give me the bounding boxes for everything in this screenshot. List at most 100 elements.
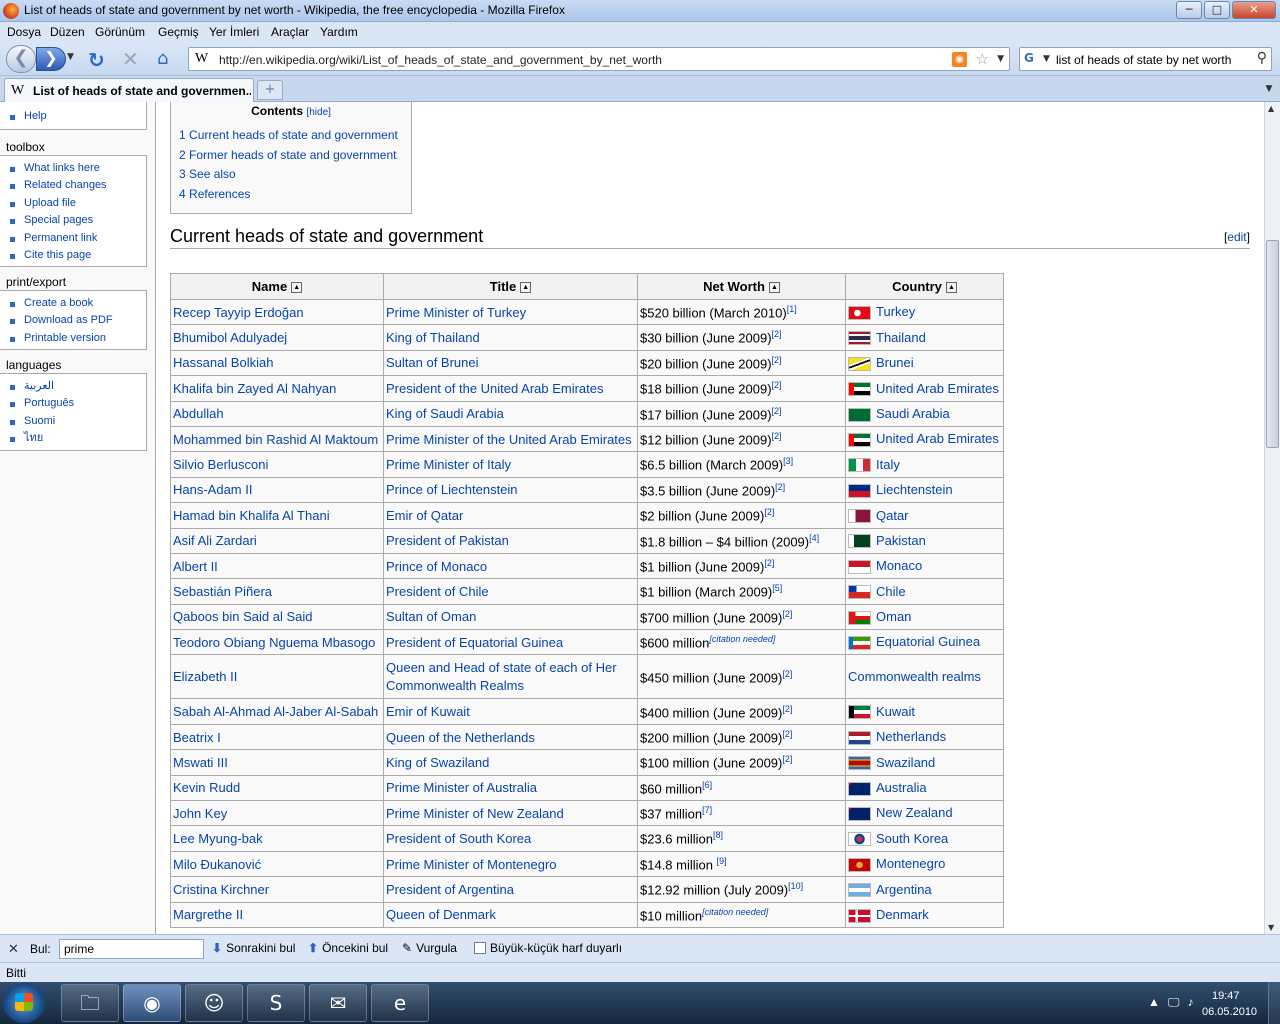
country-name[interactable]: Netherlands <box>876 729 946 744</box>
column-header-net-worth[interactable]: Net Worth ▲ <box>637 273 846 300</box>
reference-link[interactable]: [2] <box>772 406 782 416</box>
cell-country[interactable]: Turkey <box>845 298 1004 326</box>
menu-tools[interactable]: Araçlar <box>271 25 309 39</box>
cell-name[interactable]: Sabah Al-Ahmad Al-Jaber Al-Sabah <box>170 698 384 725</box>
section-edit-link[interactable]: [edit] <box>1224 230 1250 244</box>
reference-link[interactable]: [2] <box>772 431 782 441</box>
cell-name[interactable]: Kevin Rudd <box>170 774 384 802</box>
new-tab-button[interactable]: + <box>257 80 283 100</box>
sidebar-item-cite-this-page[interactable]: Cite this page <box>8 247 146 264</box>
cell-name[interactable]: John Key <box>170 800 384 827</box>
sidebar-item-related-changes[interactable]: Related changes <box>8 177 146 194</box>
cell-name[interactable]: Lee Myung-bak <box>170 825 384 852</box>
history-dropdown-icon[interactable]: ▼ <box>67 52 74 62</box>
bookmark-star-icon[interactable]: ☆ <box>976 50 989 68</box>
country-name[interactable]: Qatar <box>876 508 909 523</box>
cell-country[interactable]: Montenegro <box>845 850 1004 878</box>
reference-link[interactable]: [4] <box>809 533 819 543</box>
cell-title[interactable]: King of Swaziland <box>383 749 638 776</box>
cell-title[interactable]: President of Argentina <box>383 876 638 903</box>
url-bar[interactable]: W http://en.wikipedia.org/wiki/List_of_h… <box>188 47 1010 71</box>
country-name[interactable]: Liechtenstein <box>876 482 953 497</box>
cell-country[interactable]: Monaco <box>845 552 1004 580</box>
find-input[interactable] <box>59 939 204 959</box>
scroll-up-icon[interactable]: ▲ <box>1268 104 1274 113</box>
sidebar-item-lang-arabic[interactable]: العربية <box>8 378 146 395</box>
country-name[interactable]: Kuwait <box>876 704 915 719</box>
cell-country[interactable]: Chile <box>845 578 1004 605</box>
country-name[interactable]: Australia <box>876 780 927 795</box>
sidebar-item-lang-portuguese[interactable]: Português <box>8 395 146 412</box>
minimize-button[interactable]: ─ <box>1176 1 1202 19</box>
google-engine-icon[interactable]: G <box>1024 51 1040 67</box>
menu-edit[interactable]: Düzen <box>50 25 85 39</box>
country-name[interactable]: Chile <box>876 584 906 599</box>
cell-country[interactable]: Oman <box>845 603 1004 631</box>
show-desktop-button[interactable] <box>1268 982 1280 1024</box>
country-name[interactable]: Turkey <box>876 304 915 319</box>
toc-hide-link[interactable]: [hide] <box>306 107 330 118</box>
reference-link[interactable]: [2] <box>772 329 782 339</box>
column-header-name[interactable]: Name ▲ <box>170 273 384 300</box>
reference-link[interactable]: [5] <box>772 583 782 593</box>
cell-name[interactable]: Bhumibol Adulyadej <box>170 324 384 351</box>
country-name[interactable]: New Zealand <box>876 805 953 820</box>
cell-title[interactable]: President of South Korea <box>383 825 638 852</box>
cell-title[interactable]: Prince of Monaco <box>383 552 638 580</box>
sidebar-item-permanent-link[interactable]: Permanent link <box>8 230 146 247</box>
url-text[interactable]: http://en.wikipedia.org/wiki/List_of_hea… <box>219 53 662 67</box>
cell-title[interactable]: Prime Minister of Turkey <box>383 298 638 326</box>
cell-name[interactable]: Mohammed bin Rashid Al Maktoum <box>170 425 384 453</box>
column-header-title[interactable]: Title ▲ <box>383 273 638 300</box>
toc-item[interactable]: 3 See also <box>179 165 398 185</box>
reference-link[interactable]: [2] <box>764 558 774 568</box>
reference-link[interactable]: [6] <box>702 780 712 790</box>
country-name[interactable]: Equatorial Guinea <box>876 634 980 649</box>
cell-country[interactable]: Netherlands <box>845 723 1004 751</box>
country-name[interactable]: Brunei <box>876 355 914 370</box>
reference-link[interactable]: [10] <box>788 881 803 891</box>
cell-country[interactable]: Equatorial Guinea <box>845 629 1004 656</box>
reference-link[interactable]: [8] <box>713 830 723 840</box>
cell-country[interactable]: Australia <box>845 774 1004 802</box>
reference-link[interactable]: [2] <box>772 380 782 390</box>
cell-name[interactable]: Hans-Adam II <box>170 476 384 504</box>
country-name[interactable]: Montenegro <box>876 856 945 871</box>
cell-name[interactable]: Elizabeth II <box>170 654 384 700</box>
cell-title[interactable]: Prince of Liechtenstein <box>383 476 638 504</box>
sidebar-item-upload-file[interactable]: Upload file <box>8 195 146 212</box>
cell-name[interactable]: Margrethe II <box>170 901 384 928</box>
toc-item[interactable]: 1 Current heads of state and government <box>179 126 398 146</box>
cell-title[interactable]: Prime Minister of Italy <box>383 451 638 478</box>
cell-name[interactable]: Hassanal Bolkiah <box>170 349 384 377</box>
cell-title[interactable]: President of Chile <box>383 578 638 605</box>
country-name[interactable]: Denmark <box>876 907 929 922</box>
messenger-taskbar-icon[interactable]: ☺ <box>185 984 243 1022</box>
cell-country[interactable]: Qatar <box>845 502 1004 529</box>
country-name[interactable]: Monaco <box>876 558 922 573</box>
cell-country[interactable]: United Arab Emirates <box>845 425 1004 453</box>
close-find-icon[interactable]: ✕ <box>8 941 19 957</box>
menu-view[interactable]: Görünüm <box>95 25 145 39</box>
cell-title[interactable]: Prime Minister of Montenegro <box>383 850 638 878</box>
country-name[interactable]: Saudi Arabia <box>876 406 950 421</box>
search-magnifier-icon[interactable]: ⚲ <box>1257 50 1267 66</box>
engine-dropdown-icon[interactable]: ▼ <box>1043 54 1050 64</box>
cell-title[interactable]: President of Pakistan <box>383 527 638 554</box>
mail-taskbar-icon[interactable]: ✉ <box>309 984 367 1022</box>
cell-country[interactable]: New Zealand <box>845 800 1004 827</box>
cell-country[interactable]: Kuwait <box>845 698 1004 725</box>
cell-name[interactable]: Khalifa bin Zayed Al Nahyan <box>170 375 384 402</box>
reference-link[interactable]: [2] <box>782 609 792 619</box>
reference-link[interactable]: [2] <box>782 669 792 679</box>
cell-name[interactable]: Cristina Kirchner <box>170 876 384 903</box>
vertical-scrollbar[interactable]: ▲ ▼ <box>1264 102 1280 934</box>
cell-title[interactable]: Prime Minister of the United Arab Emirat… <box>383 425 638 453</box>
country-name[interactable]: Swaziland <box>876 755 935 770</box>
menu-help[interactable]: Yardım <box>320 25 358 39</box>
cell-title[interactable]: Prime Minister of Australia <box>383 774 638 802</box>
checkbox-icon[interactable] <box>474 942 486 954</box>
cell-title[interactable]: Sultan of Oman <box>383 603 638 631</box>
country-name[interactable]: United Arab Emirates <box>876 431 999 446</box>
cell-name[interactable]: Hamad bin Khalifa Al Thani <box>170 502 384 529</box>
